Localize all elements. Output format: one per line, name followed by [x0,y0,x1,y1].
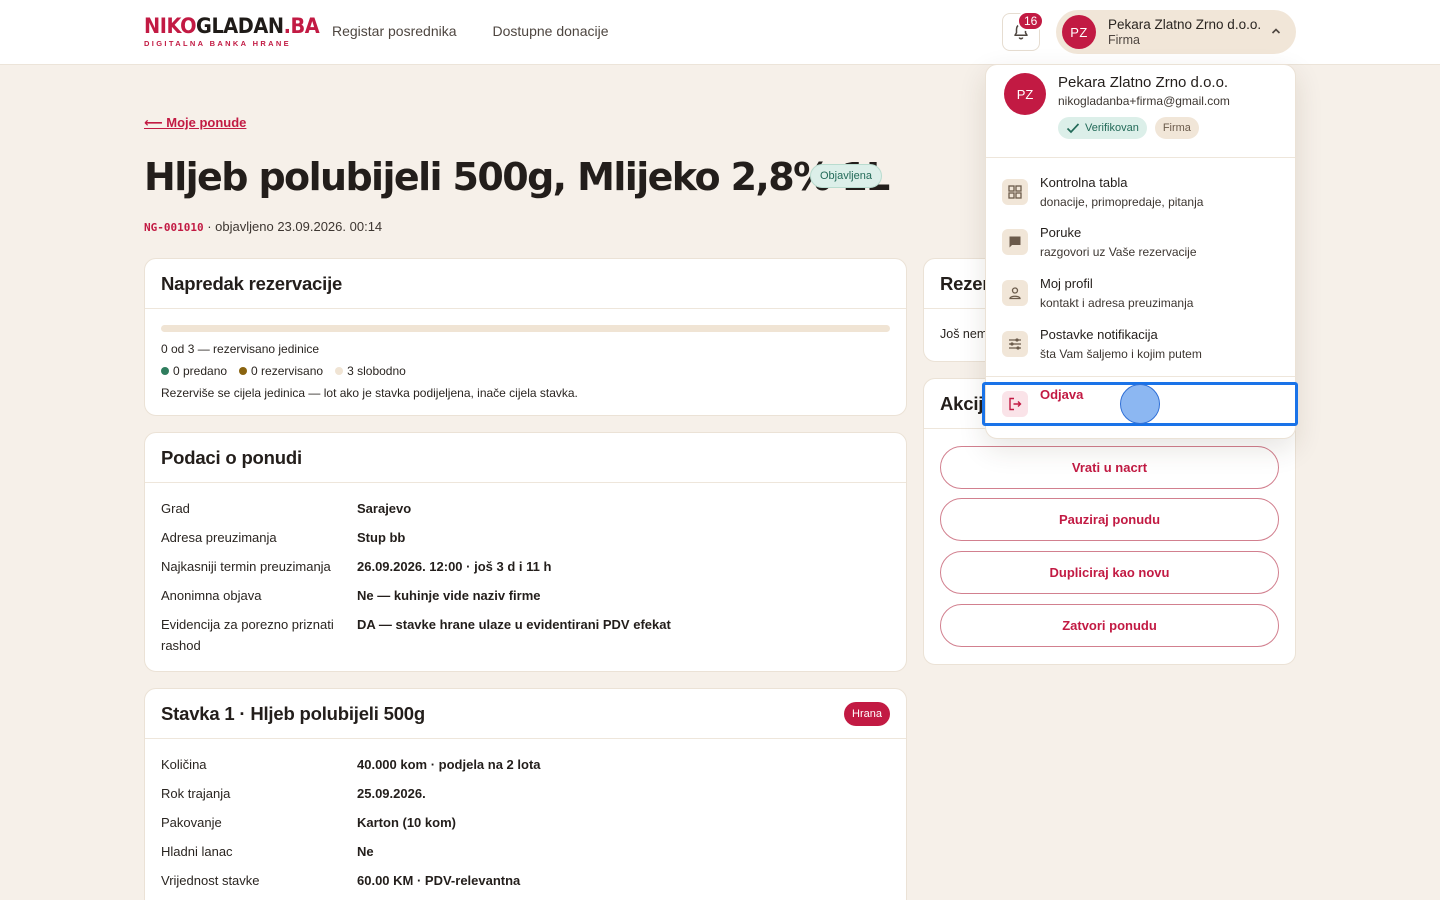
chat-icon [1002,229,1028,255]
verified-badge: Verifikovan [1058,117,1147,139]
account-role: Firma [1108,32,1140,47]
offer-card-title: Podaci o ponudi [145,433,906,483]
menu-item-moj-profil[interactable]: Moj profil kontakt i adresa preuzimanja [986,270,1295,320]
progress-card-title: Napredak rezervacije [145,259,906,309]
sliders-icon [1002,331,1028,357]
offer-code: NG-001010 [144,221,204,234]
duplicate-offer-button[interactable]: Dupliciraj kao novu [940,551,1279,594]
notification-count-badge: 16 [1017,11,1045,31]
detail-row-evidencija: Evidencija za porezno priznati rashod DA … [161,617,671,653]
dropdown-email: nikogladanba+firma@gmail.com [1058,94,1230,108]
dropdown-company-name: Pekara Zlatno Zrno d.o.o. [1058,74,1229,91]
menu-item-postavke-notifikacija[interactable]: Postavke notifikacija šta Vam šaljemo i … [986,321,1295,371]
reservation-progress-bar [161,325,890,332]
menu-item-poruke[interactable]: Poruke razgovori uz Vaše rezervacije [986,219,1295,269]
category-badge: Hrana [844,702,890,726]
progress-card: Napredak rezervacije 0 od 3 — rezervisan… [144,258,907,416]
item-card-title: Stavka 1 · Hljeb polubijeli 500g [145,689,906,739]
logo-text-tld: .BA [283,14,320,38]
item-row-hladni-lanac: Hladni lanac Ne [161,844,374,859]
close-offer-button[interactable]: Zatvori ponudu [940,604,1279,647]
chevron-up-icon [1271,28,1281,34]
logo-tagline: DIGITALNA BANKA HRANE [144,39,291,48]
user-icon [1002,280,1028,306]
legend-rezervisano: 0 rezervisano [239,364,323,378]
brand-logo[interactable]: NIKOGLADAN.BA DIGITALNA BANKA HRANE [144,14,334,49]
top-header: NIKOGLADAN.BA DIGITALNA BANKA HRANE Regi… [0,0,1440,65]
detail-row-grad: Grad Sarajevo [161,501,412,516]
progress-note: Rezerviše se cijela jedinica — lot ako j… [161,386,578,400]
logo-text-dark: GLADAN [196,14,284,38]
back-link[interactable]: ⟵ Moje ponude [144,115,246,131]
logo-text-red: NIKO [144,14,197,38]
menu-divider [986,376,1295,377]
revert-to-draft-button[interactable]: Vrati u nacrt [940,446,1279,489]
offer-details-card: Podaci o ponudi Grad Sarajevo Adresa preu… [144,432,907,672]
offer-meta: NG-001010 · objavljeno 23.09.2026. 00:14 [144,219,382,234]
legend-predano: 0 predano [161,364,227,378]
avatar: PZ [1062,15,1096,49]
detail-row-adresa: Adresa preuzimanja Stup bb [161,530,406,545]
nav-registar-posrednika[interactable]: Registar posrednika [332,23,457,39]
account-type-badge: Firma [1154,117,1199,139]
account-menu-button[interactable]: PZ Pekara Zlatno Zrno d.o.o. Firma [1056,10,1296,54]
item-row-rok: Rok trajanja 25.09.2026. [161,786,426,801]
legend-slobodno: 3 slobodno [335,364,406,378]
page-title: Hljeb polubijeli 500g, Mlijeko 2,8% 1L [144,155,890,199]
dropdown-avatar: PZ [1004,73,1046,115]
item-row-vrijednost: Vrijednost stavke 60.00 KM · PDV-relevant… [161,873,521,888]
detail-row-termin: Najkasniji termin preuzimanja 26.09.2026.… [161,559,552,574]
published-date: · objavljeno 23.09.2026. 00:14 [207,219,383,234]
menu-item-kontrolna-tabla[interactable]: Kontrolna tabla donacije, primopredaje, … [986,169,1295,219]
status-badge: Objavljena [810,164,882,188]
dashboard-icon [1002,179,1028,205]
account-name: Pekara Zlatno Zrno d.o.o. [1108,17,1262,33]
detail-row-anonimna: Anonimna objava Ne — kuhinje vide naziv f… [161,588,541,603]
main-nav: Registar posrednika Dostupne donacije [332,23,609,39]
progress-legend: 0 predano 0 rezervisano 3 slobodno [161,364,890,378]
item-row-pakovanje: Pakovanje Karton (10 kom) [161,815,456,830]
item-row-kolicina: Količina 40.000 kom · podjela na 2 lota [161,757,541,772]
cursor-indicator [1120,384,1160,424]
nav-dostupne-donacije[interactable]: Dostupne donacije [493,23,609,39]
pause-offer-button[interactable]: Pauziraj ponudu [940,498,1279,541]
item-card: Stavka 1 · Hljeb polubijeli 500g Hrana K… [144,688,907,900]
progress-summary: 0 od 3 — rezervisano jedinice [161,342,320,356]
dropdown-profile-header: PZ Pekara Zlatno Zrno d.o.o. nikogladanb… [986,65,1295,158]
check-icon [1066,123,1080,134]
